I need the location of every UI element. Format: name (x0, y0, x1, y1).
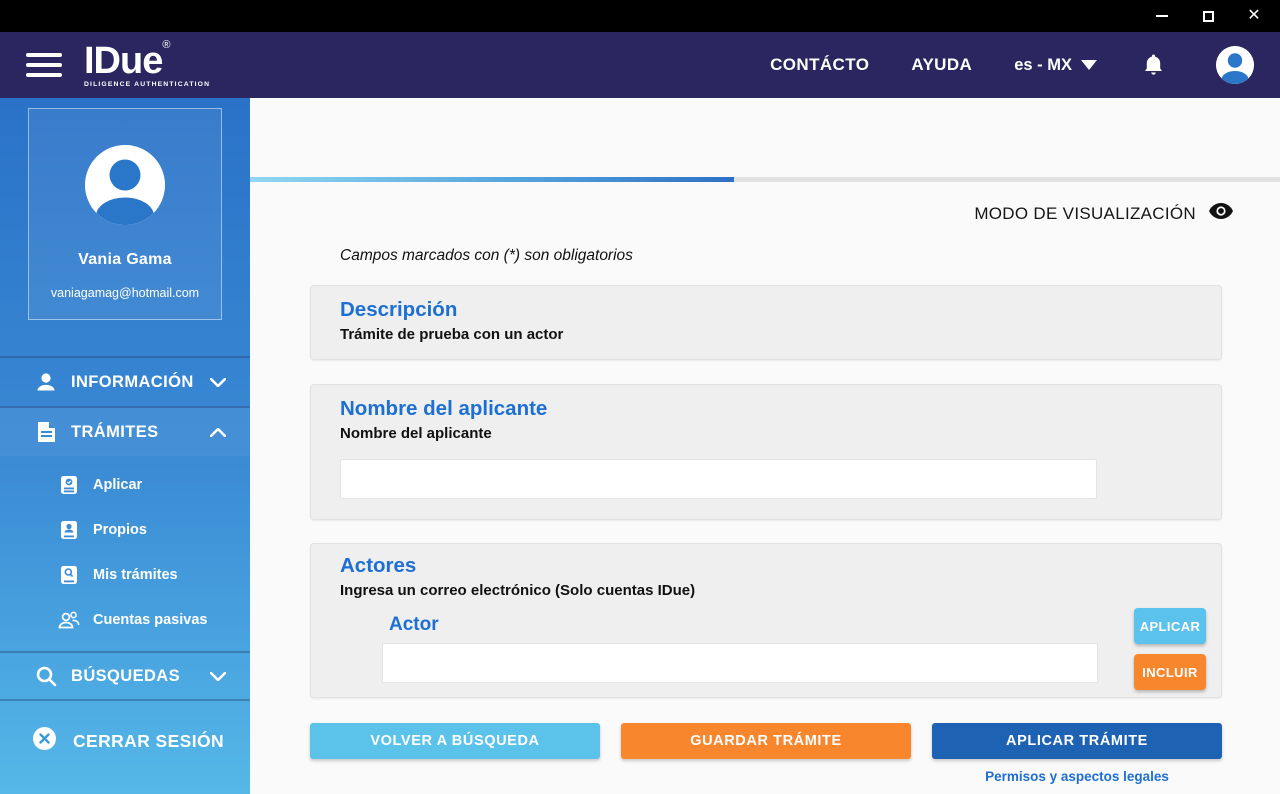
minimize-icon (1156, 15, 1168, 17)
profile-card: Vania Gama vaniagamag@hotmail.com (28, 108, 222, 320)
document-person-icon (58, 520, 80, 540)
notification-bell-icon[interactable] (1143, 53, 1164, 77)
progress-bar (250, 177, 1280, 182)
main-content: MODO DE VISUALIZACIÓN Campos marcados co… (250, 98, 1280, 794)
actions-footer: Permisos y aspectos legales (250, 769, 1222, 784)
field-label: Nombre del aplicante (340, 425, 1201, 442)
incluir-actor-button[interactable]: INCLUIR (1134, 654, 1206, 690)
section-title: Nombre del aplicante (340, 397, 1201, 421)
required-fields-note: Campos marcados con (*) son obligatorios (340, 247, 1280, 265)
sidebar-menu: INFORMACIÓN TRÁMITES (0, 356, 250, 701)
sidebar-item-mis-tramites[interactable]: Mis trámites (58, 560, 250, 590)
document-icon (34, 421, 58, 443)
actor-buttons: APLICAR INCLUIR (1134, 608, 1206, 690)
progress-remainder (734, 177, 1280, 182)
submenu-label: Propios (93, 522, 147, 538)
window-maximize-button[interactable] (1200, 8, 1216, 24)
sidebar: Vania Gama vaniagamag@hotmail.com INFORM… (0, 98, 250, 794)
brand-logo: IDue ® DILIGENCE AUTHENTICATION (84, 42, 210, 89)
document-check-icon (58, 475, 80, 495)
sidebar-item-aplicar[interactable]: Aplicar (58, 470, 250, 500)
sidebar-item-propios[interactable]: Propios (58, 515, 250, 545)
section-title: Descripción (340, 298, 1201, 322)
brand-tagline: DILIGENCE AUTHENTICATION (84, 82, 210, 89)
eye-icon[interactable] (1209, 203, 1233, 224)
guardar-tramite-button[interactable]: GUARDAR TRÁMITE (621, 723, 911, 759)
sidebar-item-label: BÚSQUEDAS (71, 667, 180, 686)
registered-mark: ® (162, 40, 170, 51)
profile-email: vaniagamag@hotmail.com (51, 286, 199, 300)
nombre-aplicante-input[interactable] (340, 459, 1097, 499)
window-minimize-button[interactable] (1154, 8, 1170, 24)
section-title: Actores (340, 554, 1207, 578)
sidebar-item-busquedas[interactable]: BÚSQUEDAS (0, 651, 250, 701)
submenu-label: Mis trámites (93, 567, 178, 583)
view-mode-label: MODO DE VISUALIZACIÓN (974, 204, 1196, 224)
sidebar-item-label: TRÁMITES (71, 423, 159, 442)
section-descripcion: Descripción Trámite de prueba con un act… (310, 285, 1222, 360)
sidebar-item-cuentas-pasivas[interactable]: Cuentas pasivas (58, 605, 250, 635)
volver-busqueda-button[interactable]: VOLVER A BÚSQUEDA (310, 723, 600, 759)
section-nombre-aplicante: Nombre del aplicante Nombre del aplicant… (310, 384, 1222, 520)
submenu-label: Cuentas pasivas (93, 612, 207, 628)
maximize-icon (1203, 11, 1214, 22)
window-titlebar: ✕ (0, 0, 1280, 32)
section-text: Trámite de prueba con un actor (340, 326, 1201, 343)
window-close-button[interactable]: ✕ (1246, 8, 1262, 24)
language-value: es - MX (1014, 56, 1072, 75)
chevron-down-icon (210, 378, 226, 387)
aplicar-tramite-button[interactable]: APLICAR TRÁMITE (932, 723, 1222, 759)
actor-field-label: Actor (389, 614, 1207, 636)
nav-ayuda[interactable]: AYUDA (911, 55, 972, 75)
form-actions: VOLVER A BÚSQUEDA GUARDAR TRÁMITE APLICA… (310, 723, 1222, 759)
profile-avatar (85, 145, 165, 225)
actor-email-input[interactable] (382, 643, 1098, 683)
section-actores: Actores Ingresa un correo electrónico (S… (310, 543, 1222, 698)
hamburger-menu-icon[interactable] (26, 53, 62, 77)
profile-name: Vania Gama (78, 251, 172, 269)
user-avatar[interactable] (1216, 46, 1254, 84)
close-circle-icon (33, 727, 56, 755)
submenu-label: Aplicar (93, 477, 142, 493)
close-icon: ✕ (1247, 8, 1260, 24)
sidebar-item-label: INFORMACIÓN (71, 373, 194, 392)
permisos-legales-link[interactable]: Permisos y aspectos legales (932, 769, 1222, 784)
search-icon (34, 665, 58, 687)
people-icon (58, 610, 80, 630)
person-icon (34, 371, 58, 393)
sidebar-item-cerrar-sesion[interactable]: CERRAR SESIÓN (0, 727, 250, 755)
logout-label: CERRAR SESIÓN (73, 731, 224, 752)
nav-contacto[interactable]: CONTÁCTO (770, 55, 869, 75)
progress-fill (250, 177, 734, 182)
section-subtitle: Ingresa un correo electrónico (Solo cuen… (340, 582, 1207, 599)
tramites-submenu: Aplicar Propios Mis trámites (0, 456, 250, 651)
chevron-down-icon (1081, 60, 1097, 70)
language-selector[interactable]: es - MX (1014, 56, 1097, 75)
sidebar-item-informacion[interactable]: INFORMACIÓN (0, 356, 250, 406)
chevron-up-icon (210, 428, 226, 437)
chevron-down-icon (210, 672, 226, 681)
brand-name: IDue (84, 42, 162, 80)
view-mode-row: MODO DE VISUALIZACIÓN (250, 203, 1233, 224)
document-search-icon (58, 565, 80, 585)
app-header: IDue ® DILIGENCE AUTHENTICATION CONTÁCTO… (0, 32, 1280, 98)
aplicar-actor-button[interactable]: APLICAR (1134, 608, 1206, 644)
sidebar-item-tramites[interactable]: TRÁMITES (0, 406, 250, 456)
